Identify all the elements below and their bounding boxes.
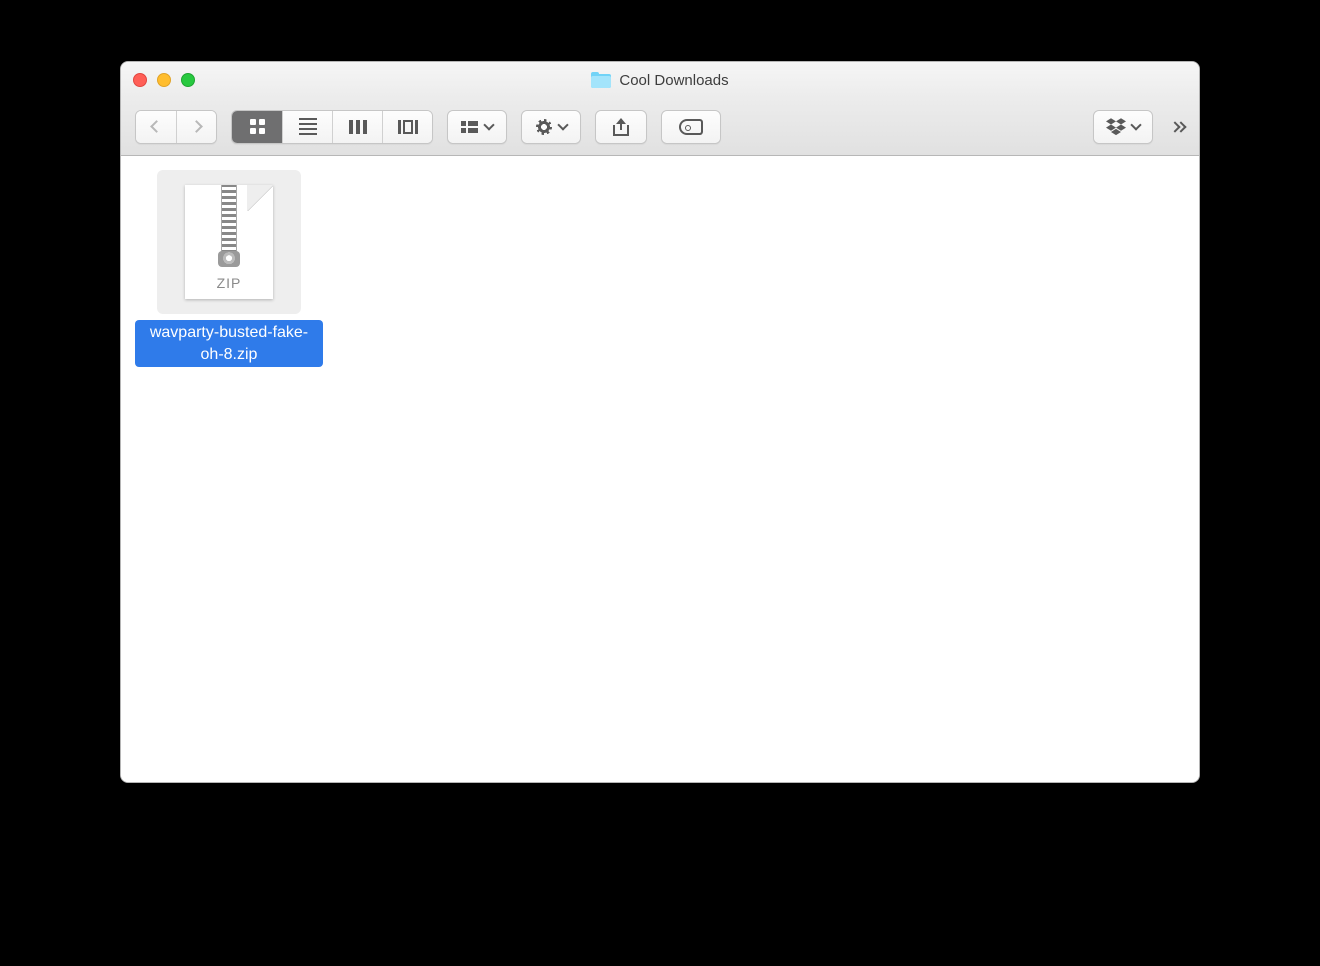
nav-history <box>135 110 217 144</box>
file-thumbnail[interactable]: ZIP <box>157 170 301 314</box>
finder-window: Cool Downloads <box>120 61 1200 783</box>
back-button[interactable] <box>136 111 176 143</box>
share-button[interactable] <box>596 111 646 143</box>
zoom-button[interactable] <box>181 73 195 87</box>
coverflow-icon <box>398 120 418 134</box>
columns-icon <box>349 120 367 134</box>
grid-icon <box>250 119 265 134</box>
share <box>595 110 647 144</box>
dropbox-icon <box>1106 118 1126 136</box>
zip-document-icon: ZIP <box>185 185 273 299</box>
file-grid[interactable]: ZIP wavparty-busted-fake-oh-8.zip <box>121 156 1199 782</box>
file-item[interactable]: ZIP wavparty-busted-fake-oh-8.zip <box>135 170 323 367</box>
window-title-area: Cool Downloads <box>121 72 1199 89</box>
action-menu-button[interactable] <box>522 111 580 143</box>
view-columns-button[interactable] <box>332 111 382 143</box>
chevron-down-icon <box>1130 119 1141 130</box>
toolbar <box>121 98 1199 156</box>
titlebar[interactable]: Cool Downloads <box>121 62 1199 98</box>
action-menu <box>521 110 581 144</box>
chevron-down-icon <box>557 119 568 130</box>
tag-icon <box>679 119 703 135</box>
group-by <box>447 110 507 144</box>
view-list-button[interactable] <box>282 111 332 143</box>
chevron-left-icon <box>150 120 163 133</box>
dropbox-button[interactable] <box>1094 111 1152 143</box>
view-coverflow-button[interactable] <box>382 111 432 143</box>
window-controls <box>133 73 195 87</box>
chevron-right-icon <box>190 120 203 133</box>
folder-icon <box>591 72 611 88</box>
window-title: Cool Downloads <box>619 72 728 89</box>
view-mode-group <box>231 110 433 144</box>
forward-button[interactable] <box>176 111 216 143</box>
dropbox <box>1093 110 1153 144</box>
share-icon <box>613 118 629 136</box>
toolbar-overflow-button[interactable] <box>1171 123 1185 131</box>
minimize-button[interactable] <box>157 73 171 87</box>
chevron-down-icon <box>483 119 494 130</box>
group-by-button[interactable] <box>448 111 506 143</box>
tags-button[interactable] <box>662 111 720 143</box>
tags <box>661 110 721 144</box>
list-icon <box>299 118 317 135</box>
group-icon <box>461 121 478 133</box>
gear-icon <box>536 119 552 135</box>
file-ext-label: ZIP <box>185 275 273 291</box>
close-button[interactable] <box>133 73 147 87</box>
file-name-label[interactable]: wavparty-busted-fake-oh-8.zip <box>135 320 323 367</box>
view-icon-button[interactable] <box>232 111 282 143</box>
